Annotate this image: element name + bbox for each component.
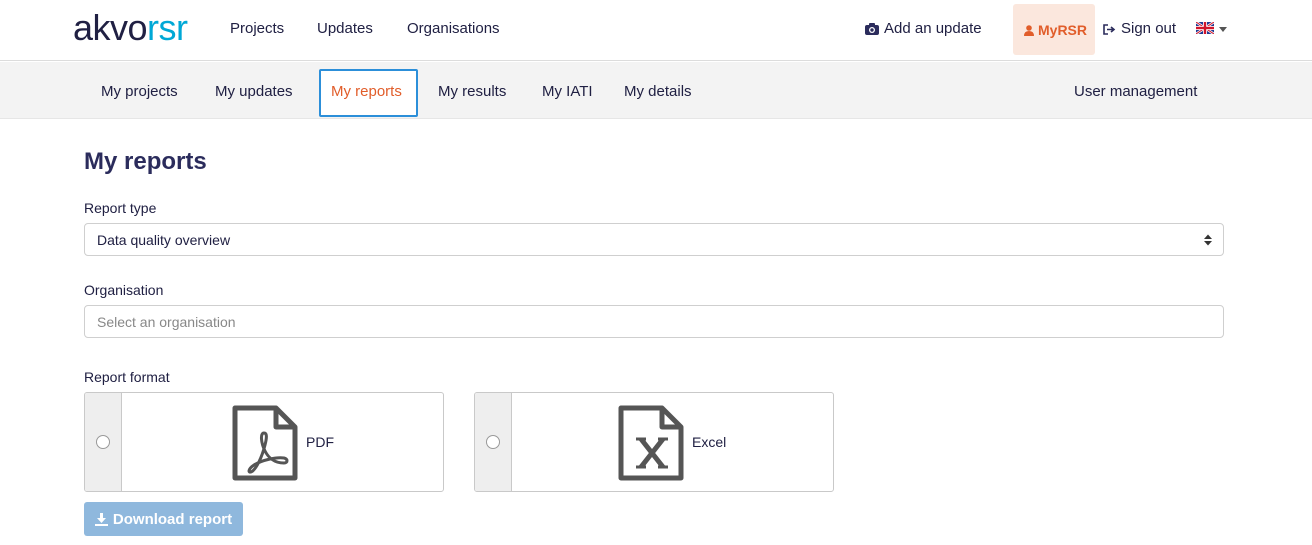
- nav-updates[interactable]: Updates: [317, 20, 373, 38]
- sub-navbar: My projects My updates My reports My res…: [0, 62, 1312, 119]
- sign-out-link[interactable]: Sign out: [1103, 20, 1176, 38]
- user-icon: [1024, 24, 1034, 36]
- download-report-button[interactable]: Download report: [84, 502, 243, 536]
- tab-my-results[interactable]: My results: [438, 83, 506, 101]
- format-option-excel[interactable]: Excel: [474, 392, 834, 492]
- organisation-label: Organisation: [84, 282, 164, 298]
- akvo-rsr-logo[interactable]: akvorsr: [73, 8, 188, 48]
- excel-radio-column: [475, 393, 512, 491]
- uk-flag-icon[interactable]: [1196, 22, 1214, 34]
- nav-projects[interactable]: Projects: [230, 20, 284, 38]
- report-type-label: Report type: [84, 200, 157, 216]
- tab-my-reports-label: My reports: [331, 83, 402, 100]
- sign-out-icon: [1103, 23, 1116, 35]
- select-arrows-icon: [1204, 234, 1212, 246]
- report-type-value: Data quality overview: [97, 232, 231, 248]
- download-icon: [94, 512, 108, 526]
- excel-radio[interactable]: [486, 435, 500, 449]
- report-format-label: Report format: [84, 369, 170, 385]
- page-title: My reports: [84, 148, 207, 175]
- report-type-select[interactable]: Data quality overview: [84, 223, 1224, 256]
- pdf-radio-column: [85, 393, 122, 491]
- tab-my-updates[interactable]: My updates: [215, 83, 293, 101]
- add-update-link[interactable]: Add an update: [865, 20, 982, 38]
- sign-out-label: Sign out: [1121, 20, 1177, 37]
- myrsr-button[interactable]: MyRSR: [1013, 4, 1095, 55]
- download-report-label: Download report: [112, 510, 233, 528]
- tab-my-projects[interactable]: My projects: [101, 83, 178, 101]
- tab-my-details[interactable]: My details: [624, 83, 692, 101]
- camera-icon: [865, 23, 879, 35]
- logo-rsr: rsr: [147, 7, 188, 48]
- tab-user-management[interactable]: User management: [1074, 83, 1197, 101]
- excel-label: Excel: [692, 434, 727, 450]
- language-dropdown-caret-icon[interactable]: [1219, 27, 1227, 32]
- nav-organisations[interactable]: Organisations: [407, 20, 500, 38]
- tab-my-iati[interactable]: My IATI: [542, 83, 593, 101]
- pdf-file-icon: [232, 405, 298, 481]
- pdf-label: PDF: [306, 434, 334, 450]
- logo-akvo: akvo: [73, 7, 148, 48]
- pdf-radio[interactable]: [96, 435, 110, 449]
- excel-file-icon: [618, 405, 684, 481]
- myrsr-label: MyRSR: [1038, 22, 1088, 38]
- tab-my-reports[interactable]: My reports: [319, 69, 418, 117]
- top-navbar: akvorsr Projects Updates Organisations A…: [0, 0, 1312, 61]
- organisation-input[interactable]: [84, 305, 1224, 338]
- format-option-pdf[interactable]: PDF: [84, 392, 444, 492]
- add-update-label: Add an update: [884, 20, 982, 37]
